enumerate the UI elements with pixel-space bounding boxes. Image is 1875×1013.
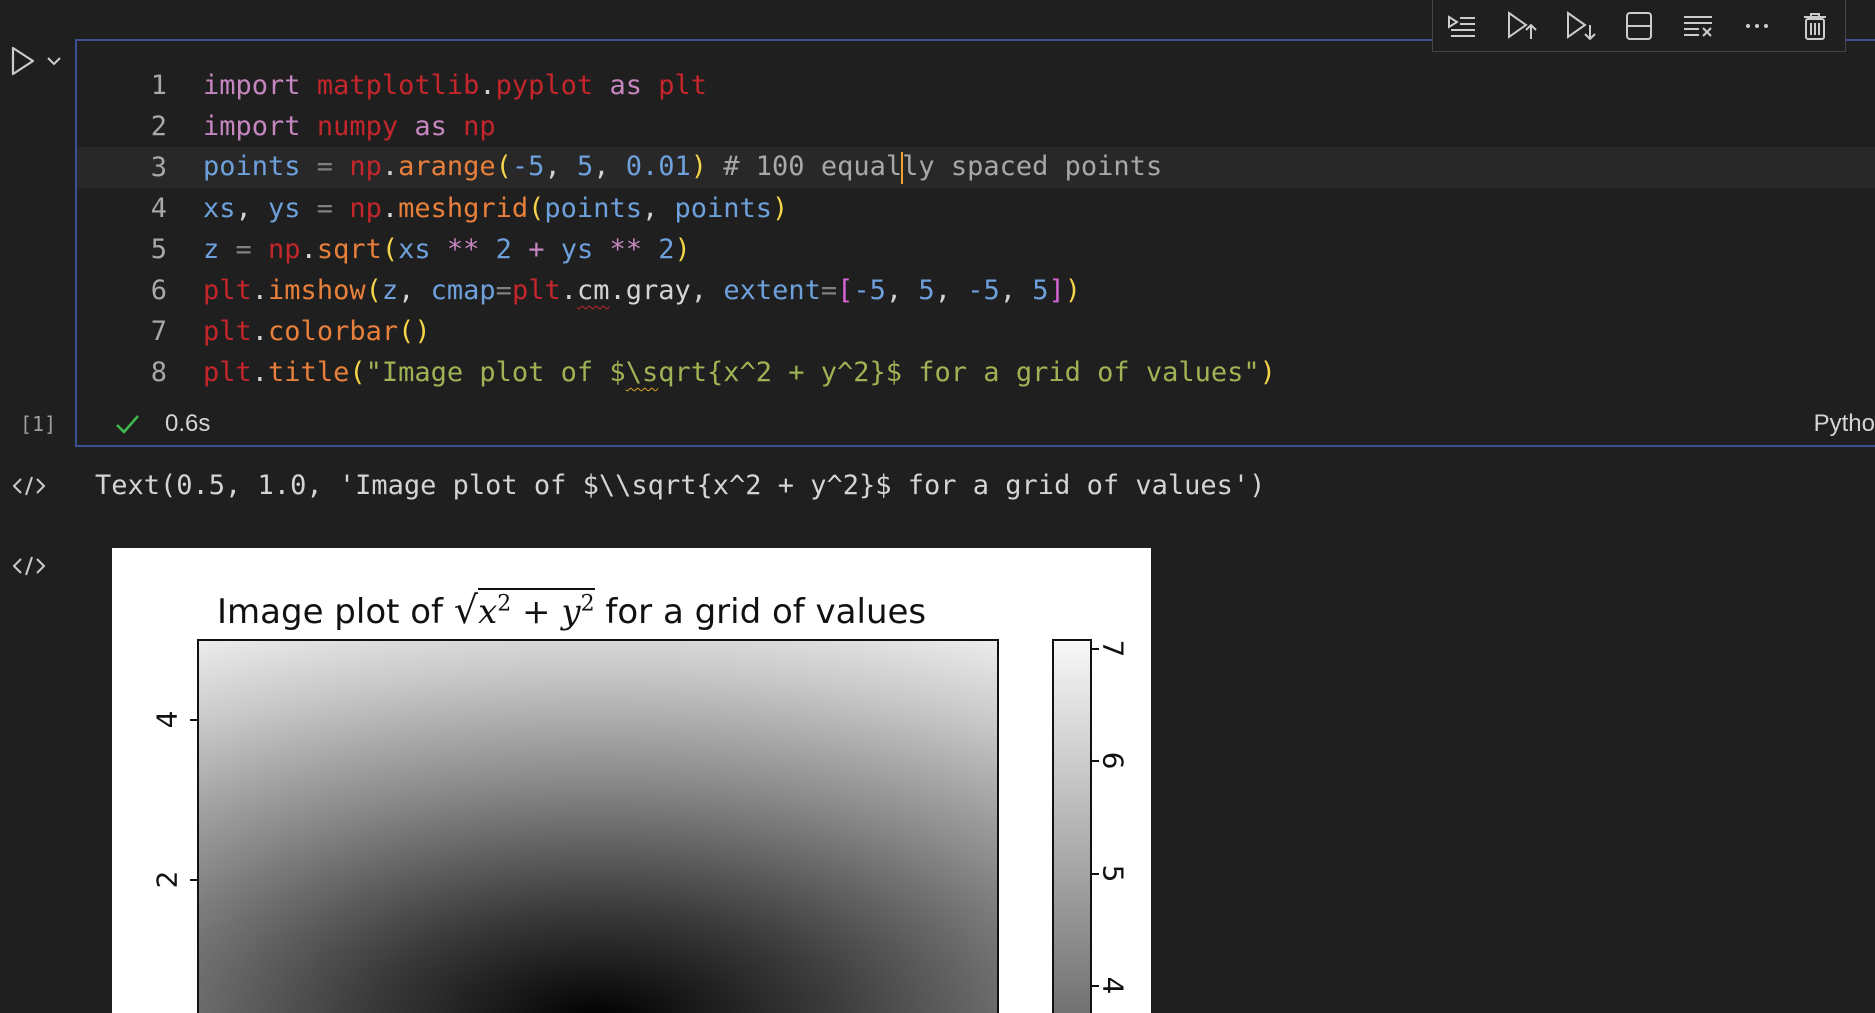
line-number: 3 — [150, 152, 167, 183]
code-line[interactable]: 5 z = np.sqrt(xs ** 2 + ys ** 2) — [77, 229, 1875, 270]
code-editor[interactable]: 1 import matplotlib.pyplot as plt 2 impo… — [77, 65, 1875, 393]
code-line[interactable]: 4 xs, ys = np.meshgrid(points, points) — [77, 188, 1875, 229]
image-axes — [197, 639, 999, 1013]
chevron-down-icon[interactable] — [44, 51, 64, 71]
execute-above-icon — [1508, 10, 1537, 39]
clear-output-icon — [1683, 15, 1712, 37]
colorbar-tick-label: 7 — [1096, 639, 1130, 658]
cell-language[interactable]: Pytho — [1814, 410, 1875, 438]
run-by-line-button[interactable] — [1440, 4, 1484, 48]
trash-icon — [1804, 12, 1827, 40]
line-number: 6 — [150, 275, 167, 306]
code-line[interactable]: 6 plt.imshow(z, cmap=plt.cm.gray, extent… — [77, 270, 1875, 311]
split-cell-icon — [1625, 11, 1652, 40]
clear-output-button[interactable] — [1676, 4, 1720, 48]
execute-below-icon — [1567, 10, 1596, 40]
run-by-line-icon — [1448, 14, 1476, 37]
check-icon — [116, 415, 139, 434]
execute-below-button[interactable] — [1558, 4, 1602, 48]
line-number: 7 — [150, 316, 167, 347]
image-plot-output: Image plot of √x2 + y2 for a grid of val… — [112, 548, 1151, 1013]
output-code-icon[interactable] — [12, 474, 46, 498]
cell-status-bar: 0.6s Pytho — [77, 404, 1875, 444]
plot-title: Image plot of √x2 + y2 for a grid of val… — [217, 588, 927, 632]
colorbar — [1052, 639, 1092, 1013]
split-cell-button[interactable] — [1617, 4, 1661, 48]
line-number: 5 — [150, 234, 167, 265]
text-output: Text(0.5, 1.0, 'Image plot of $\\sqrt{x^… — [95, 470, 1266, 501]
line-number: 4 — [150, 193, 167, 224]
code-line-current[interactable]: 3 points = np.arange(-5, 5, 0.01) # 100 … — [77, 147, 1875, 188]
execution-time: 0.6s — [165, 410, 211, 437]
cell-toolbar — [1432, 0, 1846, 52]
code-line[interactable]: 2 import numpy as np — [77, 106, 1875, 147]
y-tick-label: 4 — [150, 710, 184, 729]
line-number: 8 — [150, 357, 167, 388]
line-number: 2 — [150, 111, 167, 142]
y-tick-label: 2 — [150, 870, 184, 889]
execute-above-button[interactable] — [1499, 4, 1543, 48]
run-cell-controls — [8, 44, 64, 78]
code-line[interactable]: 7 plt.colorbar() — [77, 311, 1875, 352]
output-code-icon[interactable] — [12, 554, 46, 578]
run-cell-icon[interactable] — [8, 44, 38, 78]
ellipsis-icon — [1745, 23, 1768, 28]
colorbar-tick-label: 5 — [1096, 864, 1130, 883]
delete-cell-button[interactable] — [1793, 4, 1837, 48]
execution-count: [1] — [20, 412, 57, 436]
line-number: 1 — [150, 70, 167, 101]
colorbar-tick-label: 6 — [1096, 751, 1130, 770]
code-cell[interactable]: 1 import matplotlib.pyplot as plt 2 impo… — [75, 39, 1875, 447]
more-actions-button[interactable] — [1735, 4, 1779, 48]
colorbar-tick-label: 4 — [1096, 976, 1130, 995]
code-line[interactable]: 1 import matplotlib.pyplot as plt — [77, 65, 1875, 106]
code-line[interactable]: 8 plt.title("Image plot of $\sqrt{x^2 + … — [77, 352, 1875, 393]
